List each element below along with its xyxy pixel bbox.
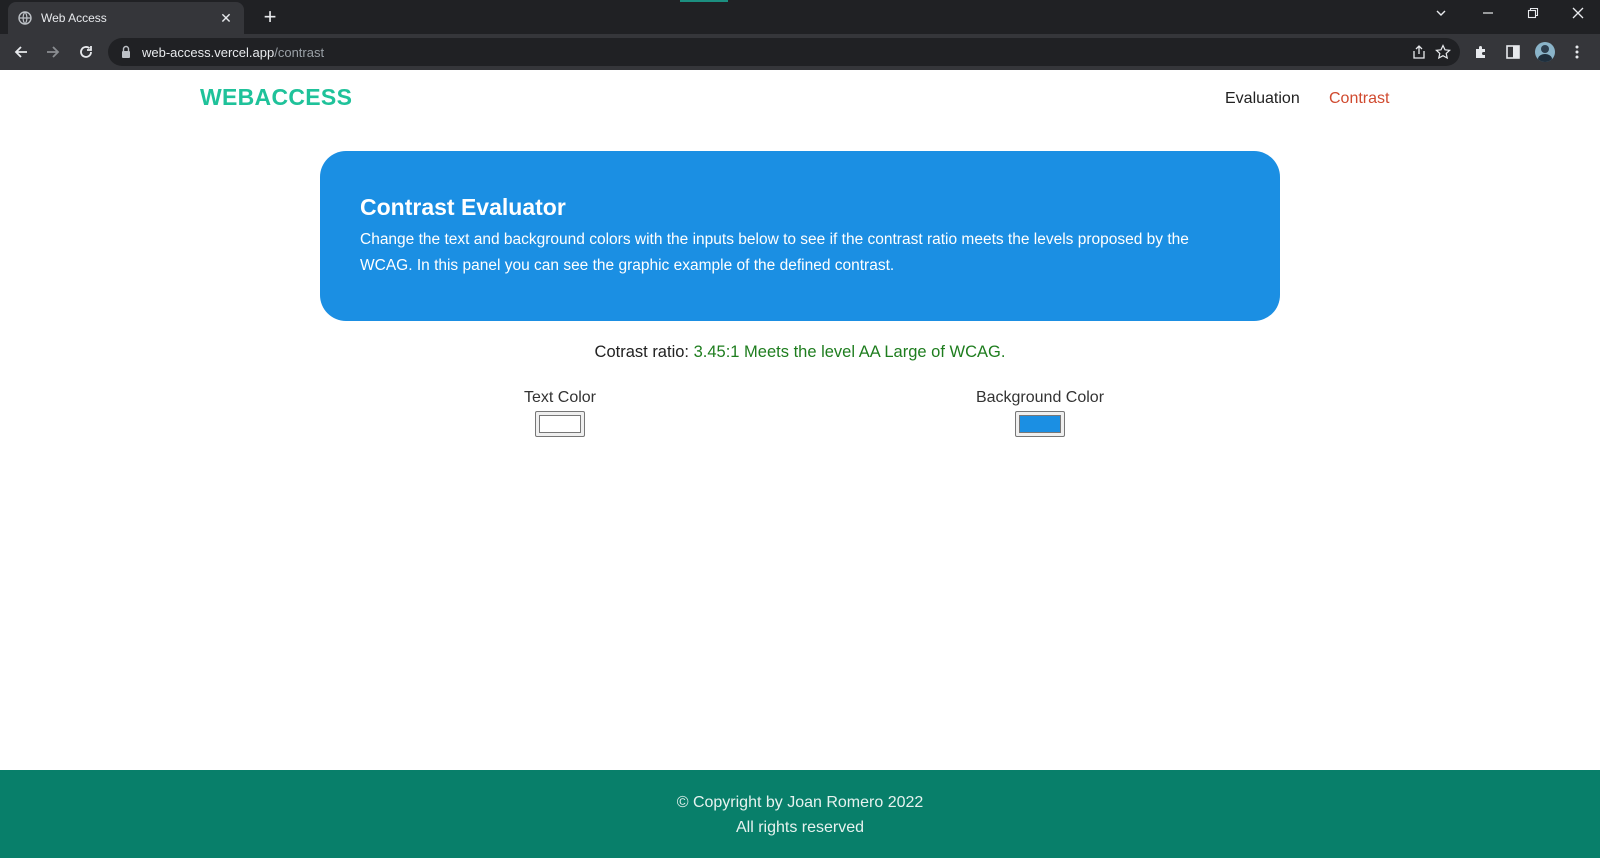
url-host: web-access.vercel.app xyxy=(142,44,275,60)
footer-rights: All rights reserved xyxy=(735,819,865,836)
browser-toolbar: web-access.vercel.app/contrast xyxy=(0,34,1600,70)
site-header: WEBACCESS Evaluation Contrast xyxy=(0,70,1600,130)
panel-description: Change the text and background colors wi… xyxy=(360,231,1189,274)
ratio-value: 3.45:1 Meets the level AA Large of WCAG. xyxy=(693,343,1006,361)
address-bar[interactable]: web-access.vercel.app/contrast xyxy=(108,38,1460,66)
reload-icon[interactable] xyxy=(75,41,97,63)
share-icon[interactable] xyxy=(1410,43,1428,61)
close-window-button[interactable] xyxy=(1567,6,1589,22)
new-tab-button[interactable]: + xyxy=(258,5,282,29)
tab-strip-accent xyxy=(680,0,728,2)
tab-close-icon[interactable]: ✕ xyxy=(218,10,234,27)
minimize-button[interactable] xyxy=(1477,6,1499,22)
contrast-ratio-result: Cotrast ratio: 3.45:1 Meets the level AA… xyxy=(0,343,1600,362)
ratio-label: Cotrast ratio: xyxy=(594,343,689,361)
restore-button[interactable] xyxy=(1522,6,1544,22)
contrast-preview-panel: Contrast Evaluator Change the text and b… xyxy=(320,151,1280,321)
browser-menu-icon[interactable] xyxy=(1566,41,1588,63)
text-color-picker: Text Color xyxy=(460,389,660,442)
site-footer: © Copyright by Joan Romero 2022 All righ… xyxy=(0,770,1600,858)
footer-copyright: © Copyright by Joan Romero 2022 xyxy=(676,794,924,811)
profile-avatar[interactable] xyxy=(1534,41,1556,63)
forward-arrow-icon[interactable] xyxy=(42,41,64,63)
avatar xyxy=(1535,42,1555,62)
background-color-input[interactable] xyxy=(1015,411,1065,437)
background-color-swatch xyxy=(1019,415,1061,433)
text-color-label: Text Color xyxy=(523,389,597,406)
browser-tab-strip: Web Access ✕ + xyxy=(0,0,1600,34)
back-arrow-icon[interactable] xyxy=(10,41,32,63)
extensions-puzzle-icon[interactable] xyxy=(1470,41,1492,63)
text-color-input[interactable] xyxy=(535,411,585,437)
browser-tab[interactable]: Web Access ✕ xyxy=(8,2,244,34)
background-color-picker: Background Color xyxy=(940,389,1140,442)
tab-title: Web Access xyxy=(41,11,107,25)
bookmark-star-icon[interactable] xyxy=(1434,43,1452,61)
side-panel-icon[interactable] xyxy=(1502,41,1524,63)
nav-link-evaluation[interactable]: Evaluation xyxy=(1225,90,1300,108)
panel-title: Contrast Evaluator xyxy=(360,194,566,220)
globe-icon xyxy=(18,11,32,25)
background-color-label: Background Color xyxy=(975,389,1105,406)
url-path: /contrast xyxy=(274,44,325,60)
nav-link-contrast[interactable]: Contrast xyxy=(1329,90,1389,108)
site-logo[interactable]: WEBACCESS xyxy=(200,84,352,111)
tab-search-icon[interactable] xyxy=(1430,6,1452,22)
lock-icon xyxy=(120,45,132,59)
text-color-swatch xyxy=(539,415,581,433)
